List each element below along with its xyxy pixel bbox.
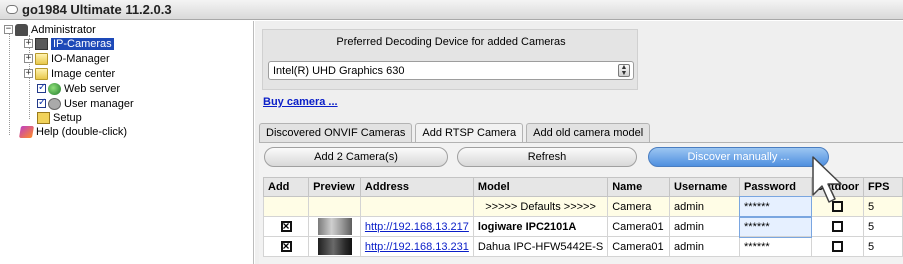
column-header-preview[interactable]: Preview [308,177,361,197]
defaults-username-cell[interactable]: admin [669,196,741,217]
enabled-checkbox[interactable] [37,97,46,108]
tree-item-label: IP-Cameras [51,37,114,50]
password-cell[interactable]: ****** [739,236,812,257]
camera-table: Add Preview Address Model Name Username … [262,177,903,257]
help-book-icon [18,125,35,138]
preview-cell [308,236,361,257]
fps-cell[interactable]: 5 [863,216,903,237]
tree-item-image-center[interactable]: + Image center [24,67,115,80]
outdoor-checkbox[interactable] [831,241,843,253]
window-title: go1984 Ultimate 11.2.0.3 [22,2,172,17]
table-row: http://192.168.13.231 Dahua IPC-HFW5442E… [262,236,903,257]
tree-item-label: IO-Manager [51,52,110,65]
defaults-model-cell: >>>>> Defaults >>>>> [472,196,609,217]
camera-preview-thumbnail [317,238,352,255]
tree-item-label: Web server [64,82,121,95]
decoding-device-select[interactable]: Intel(R) UHD Graphics 630 ▲ ▼ [268,61,634,80]
password-cell[interactable]: ****** [738,215,813,238]
tab-add-old-camera[interactable]: Add old camera model [526,123,651,142]
decoding-device-value: Intel(R) UHD Graphics 630 [273,65,405,77]
outdoor-cell[interactable] [810,216,865,237]
defaults-row: >>>>> Defaults >>>>> Camera admin ******… [262,195,903,218]
tree-item-label: Setup [53,111,82,124]
outdoor-cell[interactable] [810,236,865,257]
add-cell[interactable] [262,236,310,257]
refresh-button[interactable]: Refresh [457,147,637,167]
tree-item-setup[interactable]: Setup [37,111,82,124]
tab-bar: Discovered ONVIF Cameras Add RTSP Camera… [259,123,653,142]
name-cell[interactable]: Camera01 [607,236,671,257]
table-cell [359,196,474,217]
collapse-icon[interactable]: − [4,25,13,34]
tree-item-web-server[interactable]: Web server [37,82,120,95]
table-row: http://192.168.13.217 logiware IPC2101A … [262,215,903,238]
folder-icon [35,67,48,80]
tab-add-rtsp[interactable]: Add RTSP Camera [415,123,524,142]
tree-item-label: Administrator [31,23,96,36]
tree-connector [9,33,10,135]
model-cell: logiware IPC2101A [472,216,609,237]
name-cell[interactable]: Camera01 [607,216,671,237]
select-arrows-icon[interactable]: ▲ ▼ [618,64,630,77]
decoding-device-panel: Preferred Decoding Device for added Came… [262,29,638,90]
navigation-tree: − Administrator + IP-Cameras + IO-Manage… [0,21,254,264]
column-header-fps[interactable]: FPS [863,177,903,197]
expand-icon[interactable]: + [24,39,33,48]
buy-camera-link[interactable]: Buy camera ... [263,96,338,108]
title-bar: go1984 Ultimate 11.2.0.3 [0,0,903,20]
users-icon [48,97,61,110]
tree-item-help[interactable]: Help (double-click) [18,125,128,138]
table-cell [308,196,361,217]
administrator-icon [15,23,28,36]
column-header-address[interactable]: Address [359,177,474,197]
username-cell[interactable]: admin [669,236,741,257]
address-cell: http://192.168.13.231 [359,236,474,257]
username-cell[interactable]: admin [669,216,741,237]
defaults-password-cell[interactable]: ****** [738,195,813,218]
tree-item-io-manager[interactable]: + IO-Manager [24,52,110,65]
column-header-name[interactable]: Name [607,177,671,197]
tree-item-administrator[interactable]: − Administrator [4,23,96,36]
defaults-fps-cell[interactable]: 5 [863,196,903,217]
tree-item-ip-cameras[interactable]: + IP-Cameras [24,37,114,50]
address-link[interactable]: http://192.168.13.217 [365,221,469,233]
table-cell [262,196,310,217]
column-header-password[interactable]: Password [739,177,812,197]
globe-icon [48,82,61,95]
main-panel: Preferred Decoding Device for added Came… [255,21,903,264]
enabled-checkbox[interactable] [37,82,46,93]
camera-icon [35,37,48,50]
expand-icon[interactable]: + [24,69,33,78]
tree-item-label: Image center [51,67,116,80]
tree-item-label: User manager [64,97,134,110]
tab-discovered-onvif[interactable]: Discovered ONVIF Cameras [259,123,413,142]
add-checkbox-checked[interactable] [280,238,292,254]
model-cell: Dahua IPC-HFW5442E-S [472,236,609,257]
add-cameras-button[interactable]: Add 2 Camera(s) [264,147,448,167]
folder-icon [35,52,48,65]
add-cell[interactable] [262,216,310,237]
address-cell: http://192.168.13.217 [359,216,474,237]
add-checkbox-checked[interactable] [280,218,292,234]
fps-cell[interactable]: 5 [863,236,903,257]
tree-item-label: Help (double-click) [36,125,128,138]
camera-preview-thumbnail [317,218,352,235]
outdoor-checkbox[interactable] [831,221,843,233]
column-header-add[interactable]: Add [262,177,310,197]
tree-item-user-manager[interactable]: User manager [37,97,134,110]
column-header-username[interactable]: Username [669,177,741,197]
preview-cell [308,216,361,237]
column-header-model[interactable]: Model [472,177,609,197]
decoding-device-label: Preferred Decoding Device for added Came… [336,36,566,48]
mouse-pointer-icon [812,156,842,203]
table-header-row: Add Preview Address Model Name Username … [262,177,903,197]
address-link[interactable]: http://192.168.13.231 [365,241,469,253]
setup-icon [37,111,50,124]
discover-manually-button[interactable]: Discover manually ... [648,147,829,167]
defaults-name-cell[interactable]: Camera [607,196,671,217]
expand-icon[interactable]: + [24,54,33,63]
window-control-icon[interactable] [6,5,18,14]
